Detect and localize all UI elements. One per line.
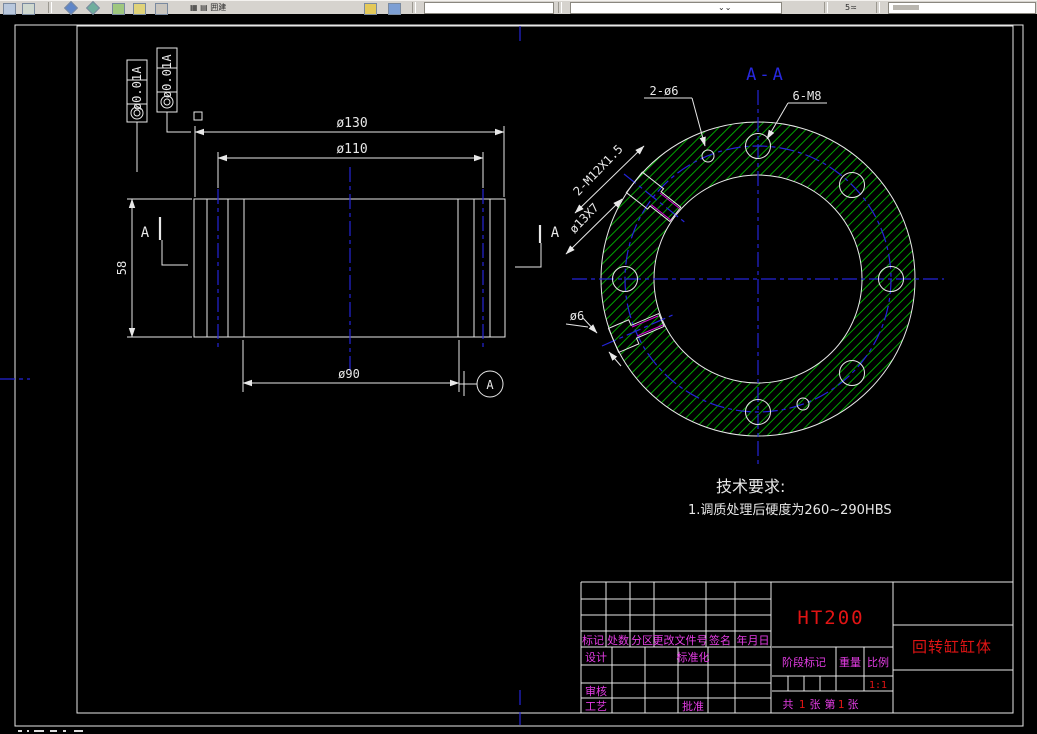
dim-58: 58	[115, 198, 192, 338]
front-view: ø130 ø110 ø90 A 58 A A A ø0.01 A ø0.01	[115, 47, 560, 398]
svg-text:标记: 标记	[582, 633, 604, 647]
dim-d90: ø90 A	[242, 340, 504, 398]
gdt2-tolerance: ø0.01	[160, 62, 174, 98]
datum-label: A	[486, 378, 494, 392]
svg-text:更改文件号: 更改文件号	[653, 633, 708, 647]
section-view: A-A 2-ø6 6-M8 2-M12X1.5 ø13X7 ø6	[565, 65, 944, 468]
svg-text:第: 第	[825, 697, 836, 711]
svg-text:ø13X7: ø13X7	[567, 200, 602, 236]
stage-mark-label: 阶段标记	[782, 655, 826, 669]
gdt1-tolerance: ø0.01	[130, 74, 144, 110]
hatch-wall-left-inner	[227, 198, 245, 338]
gdt-frame-2: A ø0.01	[156, 47, 191, 133]
section-mark-right: A	[515, 225, 560, 268]
svg-text:张: 张	[810, 698, 821, 711]
toolbar-separator	[558, 2, 562, 13]
svg-text:签名: 签名	[709, 633, 731, 647]
weight-label: 重量	[839, 655, 861, 669]
tech-req-item: 1.调质处理后硬度为260~290HBS	[688, 502, 892, 518]
toolbar-caption-fragment: ▦ ▤ 囲建	[190, 3, 227, 12]
toolbar-separator	[876, 2, 880, 13]
gdt2-datum: A	[160, 54, 174, 62]
toolbar-separator	[48, 2, 52, 13]
d6-holes	[701, 149, 810, 411]
toolbar-glyph-fragment: ⌄⌄	[718, 3, 732, 12]
svg-text:处数: 处数	[607, 634, 629, 647]
toolbar-separator	[412, 2, 416, 13]
svg-text:ø130: ø130	[336, 116, 367, 131]
gdt1-datum: A	[130, 66, 144, 74]
app-toolbar: ▦ ▤ 囲建 ⌄⌄ 5≍	[0, 0, 1037, 16]
svg-text:1: 1	[838, 698, 845, 711]
check-label: 审核	[585, 684, 607, 698]
gdt-frame-1: A ø0.01	[126, 59, 148, 172]
section-title: A-A	[746, 65, 786, 85]
hatch-wall-left-outer	[193, 198, 208, 338]
title-block-text: 标记 处数 分区 更改文件号 签名 年月日 设计 标准化 审核 工艺 批准 HT…	[582, 607, 992, 713]
svg-text:A: A	[141, 225, 150, 241]
design-label: 设计	[585, 651, 607, 664]
hatch-wall-right-outer	[489, 198, 506, 338]
svg-text:58: 58	[115, 261, 129, 275]
scale-label: 比例	[867, 655, 889, 669]
svg-text:1: 1	[799, 698, 806, 711]
approve-label: 批准	[682, 699, 704, 713]
svg-text:分区: 分区	[631, 634, 653, 647]
standardize-label: 标准化	[677, 650, 710, 664]
section-mark-left: A	[141, 217, 188, 266]
svg-text:A: A	[551, 225, 560, 241]
leader-square	[193, 111, 203, 121]
material-value: HT200	[797, 607, 864, 629]
part-name: 回转缸缸体	[912, 638, 992, 656]
svg-text:年月日: 年月日	[737, 633, 770, 647]
svg-text:张: 张	[848, 698, 859, 711]
svg-text:ø6: ø6	[570, 309, 584, 323]
cad-canvas[interactable]: ø130 ø110 ø90 A 58 A A A ø0.01 A ø0.01 A…	[0, 13, 1037, 734]
tech-req-title: 技术要求:	[716, 477, 785, 496]
hatch-wall-right-inner	[457, 198, 475, 338]
svg-text:ø110: ø110	[336, 142, 367, 157]
svg-text:共: 共	[783, 698, 794, 711]
toolbar-separator	[824, 2, 828, 13]
tech-requirements: 技术要求: 1.调质处理后硬度为260~290HBS	[688, 477, 892, 518]
svg-text:6-M8: 6-M8	[793, 89, 822, 103]
sheet-count: 共 1 张 第 1 张	[783, 697, 859, 711]
svg-text:ø90: ø90	[338, 367, 360, 381]
svg-text:2-ø6: 2-ø6	[650, 84, 679, 98]
linetype-glyph: 5≍	[845, 3, 857, 12]
scale-value: 1:1	[869, 680, 887, 691]
process-label: 工艺	[585, 700, 607, 713]
